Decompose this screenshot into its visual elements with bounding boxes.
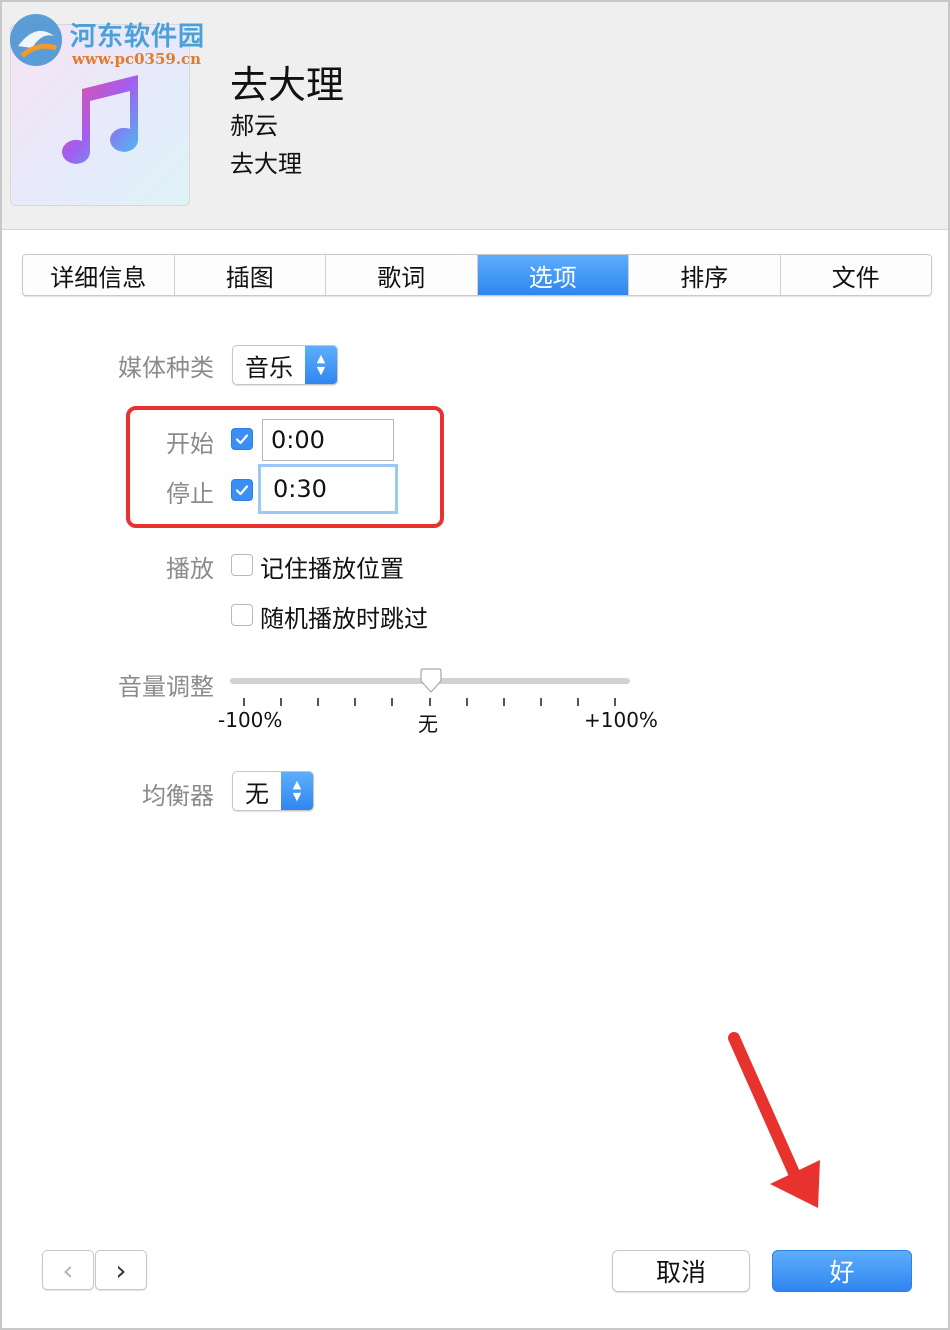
volume-tick	[280, 698, 283, 706]
start-time-input[interactable]: 0:00	[262, 419, 394, 461]
chevron-right-icon: ›	[115, 1253, 127, 1287]
media-kind-label: 媒体种类	[118, 354, 214, 382]
volume-tick	[317, 698, 320, 706]
song-artist: 郝云	[230, 112, 278, 140]
stepper-arrows-icon: ▲ ▼	[281, 772, 313, 810]
remember-position-checkbox[interactable]	[231, 554, 253, 576]
tab-options[interactable]: 选项	[477, 255, 629, 295]
annotation-arrow-icon	[728, 1032, 820, 1208]
volume-tick	[539, 698, 542, 706]
song-album: 去大理	[230, 150, 302, 178]
volume-tick	[354, 698, 357, 706]
chevron-left-icon: ‹	[62, 1253, 74, 1287]
volume-max-label: +100%	[584, 708, 658, 732]
equalizer-label: 均衡器	[142, 782, 214, 810]
tab-details[interactable]: 详细信息	[23, 255, 175, 295]
tab-bar: 详细信息 插图 歌词 选项 排序 文件	[22, 254, 932, 296]
checkmark-icon	[235, 434, 249, 445]
volume-min-label: -100%	[218, 708, 283, 732]
playback-label: 播放	[166, 555, 214, 583]
volume-label: 音量调整	[118, 673, 214, 701]
equalizer-value: 无	[245, 779, 269, 808]
stop-checkbox[interactable]	[231, 479, 253, 501]
song-info-dialog: 河东软件园 www.pc0359.cn 去大理 郝云 去大理 详细信息 插图 歌…	[0, 0, 950, 1330]
stepper-arrows-icon: ▲ ▼	[305, 346, 337, 384]
tab-lyrics[interactable]: 歌词	[326, 255, 478, 295]
volume-mid-label: 无	[418, 712, 438, 736]
previous-button[interactable]: ‹	[42, 1250, 94, 1290]
tab-sorting[interactable]: 排序	[629, 255, 781, 295]
start-label: 开始	[166, 430, 214, 458]
volume-tick	[502, 698, 505, 706]
media-kind-select[interactable]: 音乐 ▲ ▼	[232, 345, 338, 385]
next-button[interactable]: ›	[95, 1250, 147, 1290]
watermark-title: 河东软件园	[70, 22, 206, 52]
watermark-url: www.pc0359.cn	[72, 50, 202, 68]
checkmark-icon	[235, 485, 249, 496]
cancel-button[interactable]: 取消	[612, 1250, 750, 1292]
start-checkbox[interactable]	[231, 428, 253, 450]
ok-button[interactable]: 好	[772, 1250, 912, 1292]
volume-tick	[391, 698, 394, 706]
volume-tick	[243, 698, 245, 706]
volume-slider-knob[interactable]	[418, 668, 444, 694]
tab-file[interactable]: 文件	[781, 255, 932, 295]
music-note-icon	[62, 75, 139, 164]
song-header: 河东软件园 www.pc0359.cn 去大理 郝云 去大理	[2, 2, 948, 230]
watermark-logo-icon	[10, 14, 62, 66]
stop-label: 停止	[166, 480, 214, 508]
equalizer-select[interactable]: 无 ▲ ▼	[232, 771, 314, 811]
tab-artwork[interactable]: 插图	[175, 255, 326, 295]
volume-tick	[465, 698, 468, 706]
watermark: 河东软件园 www.pc0359.cn	[8, 10, 208, 70]
stop-time-input[interactable]: 0:30	[258, 464, 398, 514]
song-title: 去大理	[230, 63, 345, 107]
volume-tick	[576, 698, 579, 706]
skip-shuffle-checkbox[interactable]	[231, 604, 253, 626]
remember-position-label: 记住播放位置	[260, 555, 404, 583]
media-kind-value: 音乐	[245, 353, 293, 382]
volume-tick	[428, 698, 431, 706]
volume-tick	[614, 698, 616, 706]
skip-shuffle-label: 随机播放时跳过	[260, 605, 428, 633]
